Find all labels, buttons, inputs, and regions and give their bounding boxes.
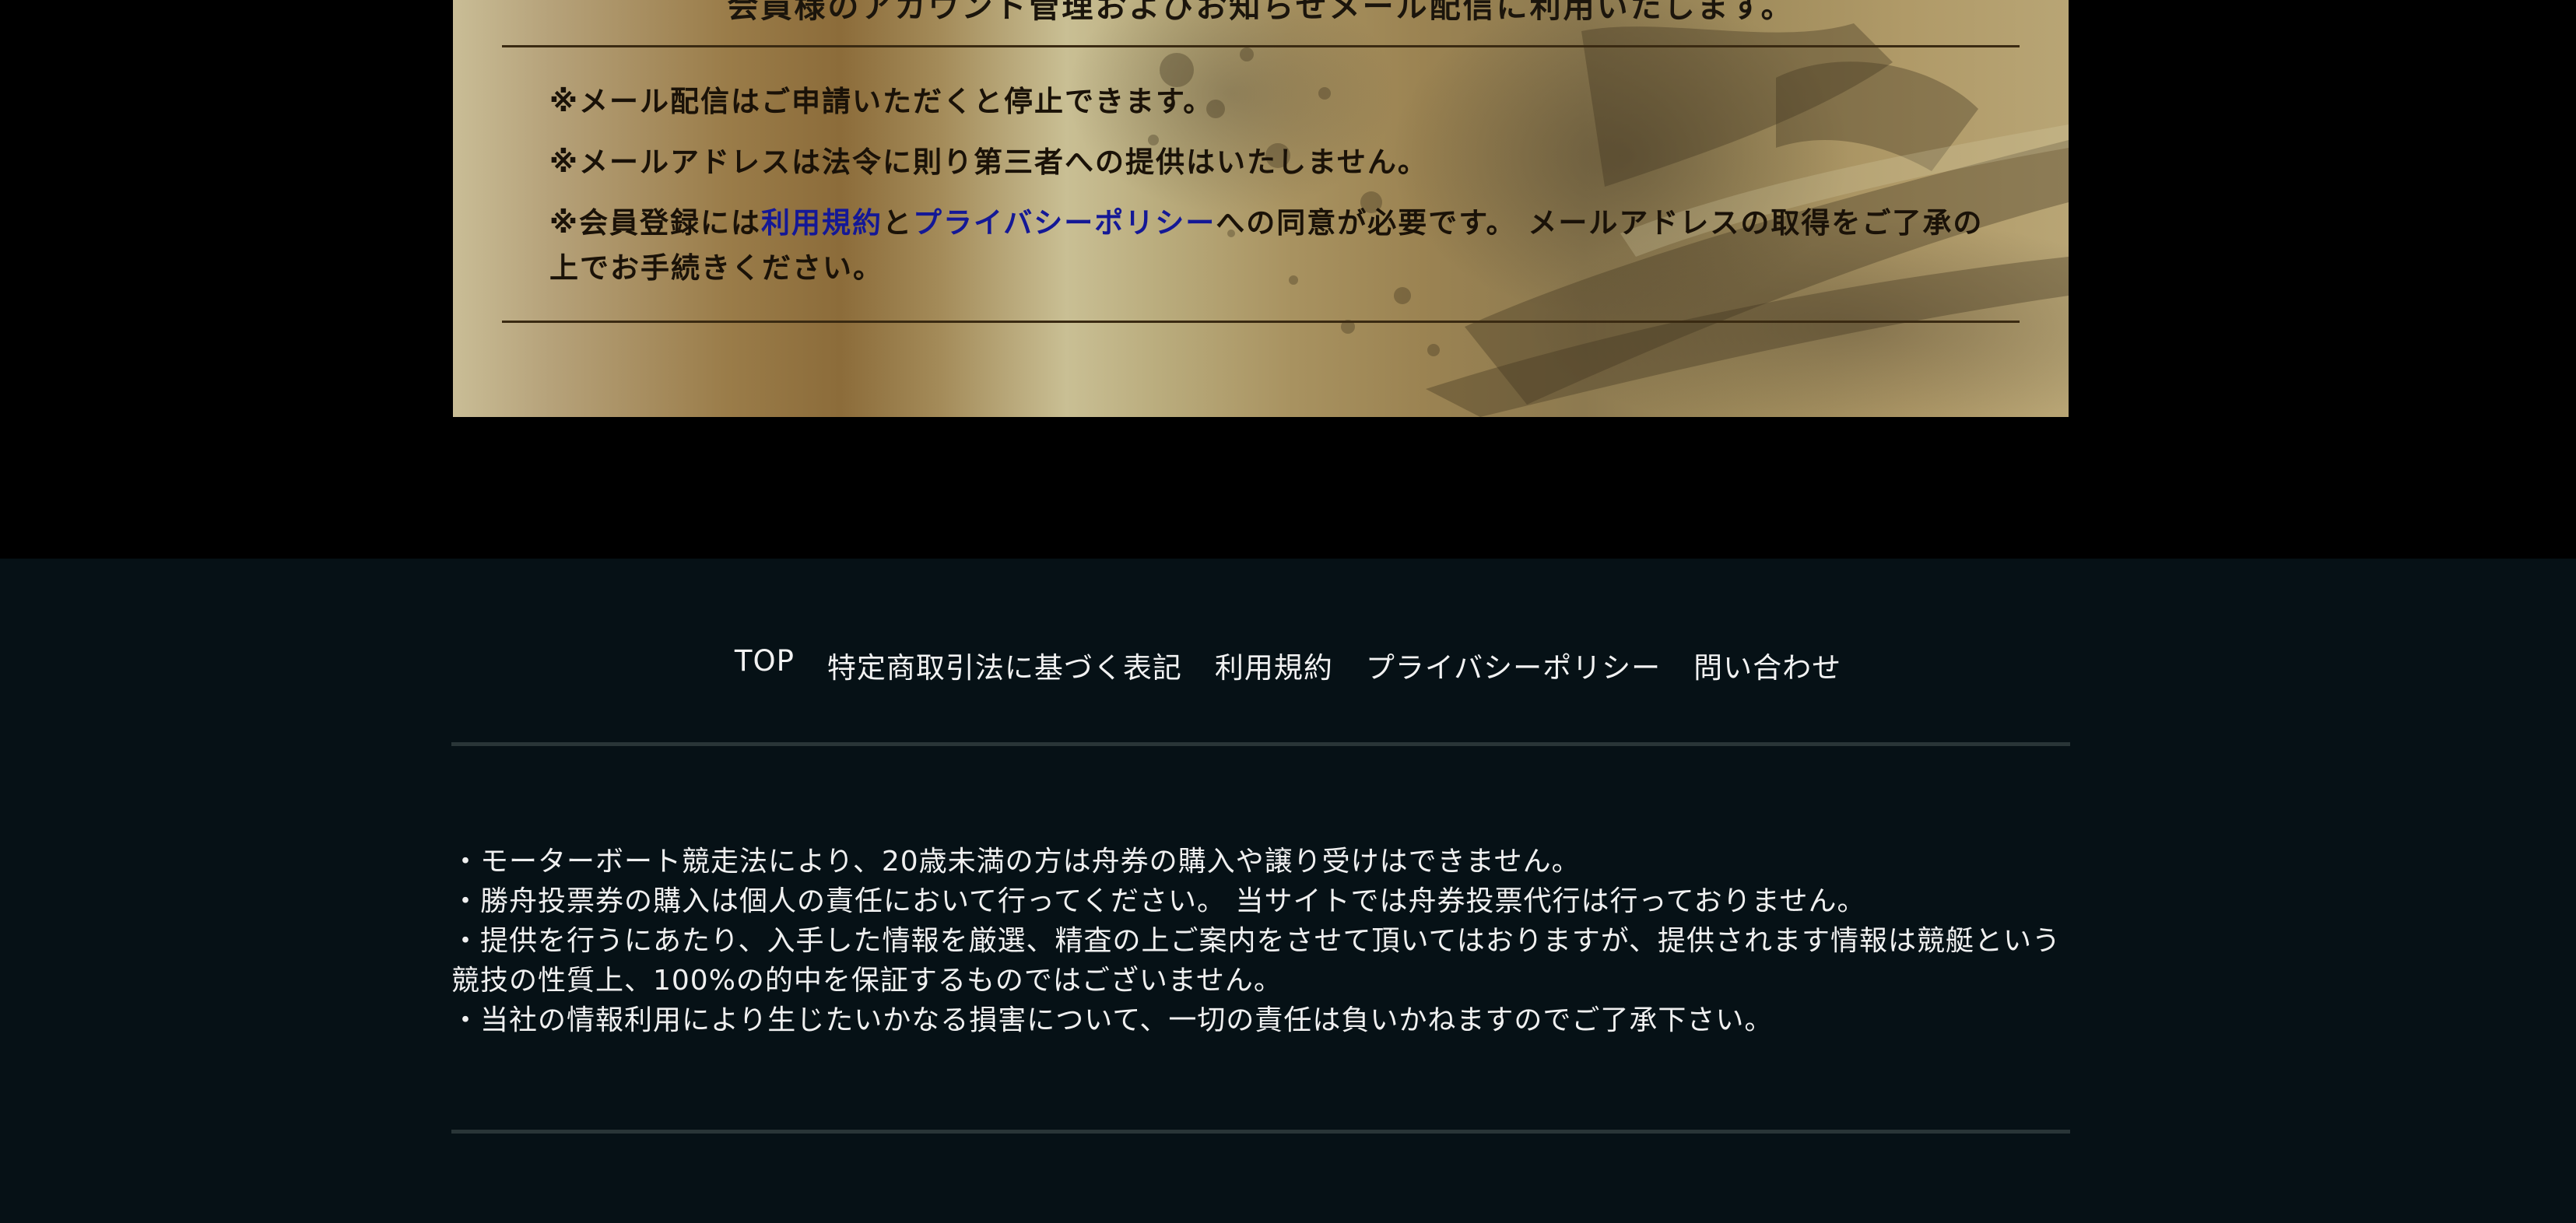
notice-consent: ※会員登録には利用規約とプライバシーポリシーへの同意が必要です。 メールアドレス…	[549, 201, 1997, 291]
registration-notice-panel: 会員様のアカウント管理およびお知らせメール配信に利用いたします。 ※メール配信は…	[453, 0, 2069, 417]
disclaimer-responsibility: ・勝舟投票券の購入は個人の責任において行ってください。 当サイトでは舟券投票代行…	[451, 885, 1866, 917]
notice-bottom-rule	[502, 321, 2020, 323]
footer-link-contact[interactable]: 問い合わせ	[1693, 644, 1841, 686]
footer-bottom-divider	[451, 1130, 2070, 1134]
footer-link-tokushoho[interactable]: 特定商取引法に基づく表記	[827, 644, 1182, 686]
privacy-policy-link[interactable]: プライバシーポリシー	[913, 206, 1216, 240]
disclaimer-no-guarantee: ・提供を行うにあたり、入手した情報を厳選、精査の上ご案内をさせて頂いてはおります…	[451, 925, 2062, 997]
disclaimer-liability: ・当社の情報利用により生じたいかなる損害について、一切の責任は負いかねますのでご…	[451, 1004, 1774, 1036]
footer-link-top[interactable]: TOP	[735, 644, 795, 686]
footer-top-divider	[451, 742, 2070, 746]
disclaimer-block: ・モーターボート競走法により、20歳未満の方は舟券の購入や譲り受けはできません。…	[451, 842, 2070, 1040]
consent-prefix: ※会員登録には	[549, 206, 761, 240]
notice-heading: 会員様のアカウント管理およびお知らせメール配信に利用いたします。	[727, 0, 1795, 25]
disclaimer-age: ・モーターボート競走法により、20歳未満の方は舟券の購入や譲り受けはできません。	[451, 846, 1581, 878]
notice-top-rule	[502, 45, 2020, 47]
site-footer: TOP 特定商取引法に基づく表記 利用規約 プライバシーポリシー 問い合わせ ・…	[0, 559, 2576, 1223]
footer-link-privacy[interactable]: プライバシーポリシー	[1366, 644, 1661, 686]
footer-link-terms[interactable]: 利用規約	[1215, 644, 1333, 686]
notice-mail-stop: ※メール配信はご申請いただくと停止できます。	[549, 85, 1214, 118]
footer-nav: TOP 特定商取引法に基づく表記 利用規約 プライバシーポリシー 問い合わせ	[0, 644, 2576, 686]
top-area: 会員様のアカウント管理およびお知らせメール配信に利用いたします。 ※メール配信は…	[0, 0, 2576, 559]
notice-no-third-party: ※メールアドレスは法令に則り第三者への提供はいたしません。	[549, 145, 1428, 179]
terms-link[interactable]: 利用規約	[761, 206, 883, 240]
consent-connector: と	[882, 206, 913, 240]
